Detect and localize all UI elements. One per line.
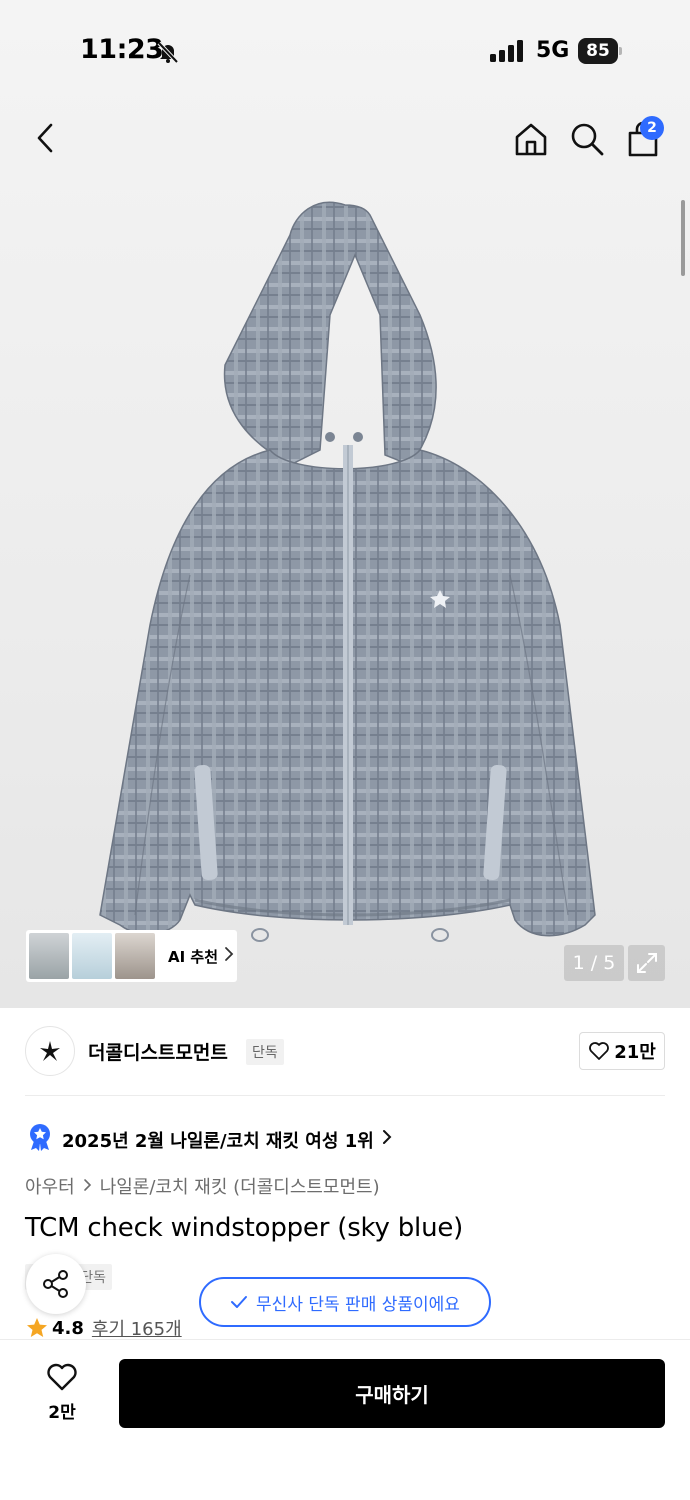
exclusive-notice-text: 무신사 단독 판매 상품이에요	[256, 1294, 460, 1315]
battery-level: 85	[578, 38, 618, 64]
back-button[interactable]	[28, 118, 62, 158]
expand-button[interactable]	[628, 945, 665, 981]
rating-score: 4.8	[52, 1317, 84, 1339]
ranking-medal-icon	[28, 1123, 52, 1156]
product-title: TCM check windstopper (sky blue)	[25, 1213, 464, 1243]
breadcrumb: 아우터 나일론/코치 재킷 (더콜디스트모먼트)	[25, 1173, 380, 1199]
rating-summary[interactable]: 4.8 후기 165개	[26, 1315, 182, 1341]
share-icon	[43, 1270, 68, 1298]
brand-like-button[interactable]: 21만	[579, 1032, 665, 1070]
chevron-right-icon	[83, 1176, 92, 1197]
heart-icon	[589, 1042, 610, 1060]
ranking-text: 2025년 2월 나일론/코치 재킷 여성 1위	[62, 1130, 374, 1152]
chevron-left-icon	[37, 123, 53, 153]
home-icon	[515, 123, 547, 156]
divider	[25, 1095, 665, 1096]
brand-like-count: 21만	[614, 1042, 656, 1063]
status-bar: 11:23 5G 85	[0, 0, 690, 100]
ai-recommendation-label: AI 추천	[168, 947, 219, 966]
search-button[interactable]	[566, 118, 608, 160]
network-type: 5G	[536, 38, 570, 63]
check-icon	[231, 1296, 248, 1308]
scrollbar[interactable]	[681, 200, 685, 276]
brand-logo[interactable]	[25, 1026, 75, 1076]
expand-icon	[636, 953, 657, 973]
image-counter: 1 / 5	[564, 945, 624, 981]
cart-count-badge: 2	[640, 116, 664, 140]
ai-thumb-grey	[29, 933, 69, 979]
ai-thumb-blue	[72, 933, 112, 979]
heart-icon	[47, 1363, 77, 1391]
chevron-right-icon	[224, 946, 234, 966]
product-image-gallery[interactable]: 11:23 5G 85 2 AI 추천 1 / 5	[0, 0, 690, 1008]
share-button[interactable]	[26, 1254, 86, 1314]
brand-exclusive-tag: 단독	[246, 1039, 284, 1065]
bell-muted-icon	[156, 40, 180, 68]
ranking-link[interactable]: 2025년 2월 나일론/코치 재킷 여성 1위	[28, 1123, 392, 1156]
brand-star-logo-icon	[40, 1041, 60, 1061]
home-button[interactable]	[510, 118, 552, 160]
wishlist-count: 2만	[48, 1403, 76, 1423]
star-icon	[27, 1318, 47, 1337]
exclusive-notice-pill[interactable]: 무신사 단독 판매 상품이에요	[199, 1277, 491, 1327]
status-time: 11:23	[80, 34, 164, 65]
battery-icon: 85	[578, 38, 622, 64]
chevron-right-icon	[382, 1129, 392, 1150]
breadcrumb-item-outer[interactable]: 아우터	[25, 1173, 75, 1199]
signal-icon	[490, 40, 526, 66]
search-icon	[571, 123, 604, 156]
brand-name[interactable]: 더콜디스트모먼트	[88, 1038, 228, 1065]
review-count-link[interactable]: 후기 165개	[92, 1315, 182, 1341]
buy-button[interactable]: 구매하기	[119, 1359, 665, 1428]
breadcrumb-item-category[interactable]: 나일론/코치 재킷 (더콜디스트모먼트)	[100, 1173, 380, 1199]
ai-thumb-beige	[115, 933, 155, 979]
product-photo[interactable]	[80, 195, 610, 985]
wishlist-button[interactable]: 2만	[36, 1362, 88, 1423]
ai-recommendation-chip[interactable]: AI 추천	[26, 930, 237, 982]
